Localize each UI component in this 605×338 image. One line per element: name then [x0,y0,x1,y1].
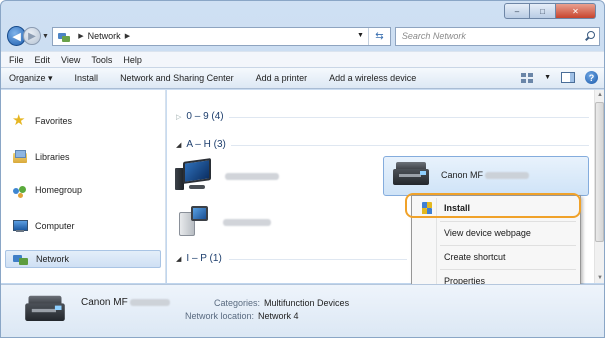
menu-item-label: Create shortcut [444,252,506,262]
sidebar-item-label: Homegroup [35,185,83,195]
group-divider [231,145,589,146]
search-icon[interactable] [585,30,595,41]
forward-button[interactable]: ▶ [23,27,41,45]
sidebar-item-label: Favorites [35,116,73,126]
address-bar[interactable]: ▶ Network ▶ ▼ ⇆ [52,26,391,46]
preview-pane-icon[interactable] [561,72,575,83]
group-header-i-p[interactable]: ◢ I – P (1) [176,253,222,264]
menu-item-label: View device webpage [444,228,531,238]
blurred-device-name [225,172,279,180]
details-pane: Canon MF Categories: Multifunction Devic… [1,284,604,337]
scroll-down-icon[interactable]: ▼ [597,275,603,281]
install-button[interactable]: Install [75,73,99,83]
menu-item-label: Install [444,203,471,213]
sidebar-item-computer[interactable]: Computer [12,217,75,235]
device-computer-1[interactable] [175,158,279,192]
menu-item-install[interactable]: Install [414,197,578,219]
menu-item-view-device-webpage[interactable]: View device webpage [414,222,578,244]
sidebar-item-favorites[interactable]: Favorites [12,111,73,130]
menu-view[interactable]: View [61,55,80,65]
menu-file[interactable]: File [9,55,24,65]
blurred-device-name [223,218,271,226]
group-divider [229,117,589,118]
close-button[interactable]: ✕ [556,3,596,19]
collapse-triangle-icon[interactable]: ◢ [176,255,181,263]
view-dropdown-icon[interactable]: ▼ [544,74,551,81]
help-icon[interactable]: ? [585,71,598,84]
breadcrumb-network[interactable]: Network [88,31,121,41]
command-bar-right: ▼ ? [520,71,598,84]
search-input[interactable]: Search Network [394,26,600,46]
sidebar-item-label: Computer [35,221,75,231]
organize-button[interactable]: Organize ▾ [9,73,53,84]
address-dropdown-icon[interactable]: ▼ [357,32,364,39]
search-placeholder: Search Network [401,31,466,41]
add-printer-button[interactable]: Add a printer [256,73,308,83]
details-device-name: Canon MF [81,297,170,308]
address-row: ◀ ▶ ▼ ▶ Network ▶ ▼ ⇆ Search Network [7,25,600,47]
group-label: A – H (3) [186,139,226,150]
menu-item-create-shortcut[interactable]: Create shortcut [414,246,578,268]
blurred-device-model [129,299,170,306]
details-network-location: Network location: Network 4 [185,311,299,321]
network-location-value: Network 4 [258,311,299,321]
device-computer-2[interactable] [179,206,271,238]
network-location-key: Network location: [185,311,255,321]
change-view-icon[interactable] [520,72,534,84]
blurred-device-model [485,171,530,179]
network-sharing-center-button[interactable]: Network and Sharing Center [120,73,234,83]
computer-icon [12,219,28,233]
star-icon [12,111,28,129]
forward-arrow-icon: ▶ [28,30,36,42]
expand-triangle-icon[interactable]: ▷ [176,113,181,121]
homegroup-icon [12,183,28,197]
caption-buttons: – □ ✕ [504,3,596,19]
scrollbar-thumb[interactable] [595,102,604,242]
group-header-0-9[interactable]: ▷ 0 – 9 (4) [176,111,224,122]
printer-icon [393,162,429,188]
sidebar-item-label: Network [36,254,70,264]
sidebar-item-label: Libraries [35,152,70,162]
sidebar-item-homegroup[interactable]: Homegroup [12,181,82,199]
refresh-icon[interactable]: ⇆ [367,27,390,45]
sidebar-item-network[interactable]: Network [5,250,161,268]
uac-shield-icon [422,202,433,214]
library-icon [12,150,28,164]
sidebar-item-libraries[interactable]: Libraries [12,148,70,166]
network-icon [13,252,29,266]
add-wireless-device-button[interactable]: Add a wireless device [329,73,416,83]
group-header-a-h[interactable]: ◢ A – H (3) [176,139,226,150]
group-label: 0 – 9 (4) [186,111,224,122]
categories-key: Categories: [214,298,261,308]
menu-help[interactable]: Help [123,55,142,65]
minimize-button[interactable]: – [504,3,530,19]
device-label: Canon MF [441,170,484,180]
breadcrumb-chevron-icon[interactable]: ▶ [125,32,130,40]
maximize-button[interactable]: □ [530,3,556,19]
menu-bar: File Edit View Tools Help [1,51,604,67]
menu-edit[interactable]: Edit [35,55,51,65]
vertical-scrollbar[interactable]: ▲ ▼ [594,90,604,283]
menu-tools[interactable]: Tools [91,55,112,65]
computer-icon [175,158,211,192]
group-divider [229,259,407,260]
details-printer-icon [25,295,65,325]
context-menu: Install View device webpage Create short… [411,195,581,293]
back-arrow-icon: ◀ [12,30,21,43]
details-name-text: Canon MF [81,297,128,308]
group-label: I – P (1) [186,253,222,264]
device-canon-printer-content[interactable]: Canon MF [393,162,530,188]
categories-value: Multifunction Devices [264,298,350,308]
breadcrumb-chevron-icon[interactable]: ▶ [78,32,83,40]
recent-pages-dropdown[interactable]: ▼ [41,33,51,40]
computer-icon [179,206,209,238]
network-icon [57,31,71,42]
collapse-triangle-icon[interactable]: ◢ [176,141,181,149]
scroll-up-icon[interactable]: ▲ [597,92,603,98]
navigation-pane: Favorites Libraries Homegroup Computer N… [1,90,166,283]
explorer-window: – □ ✕ ◀ ▶ ▼ ▶ Network ▶ ▼ ⇆ Search Netwo… [0,0,605,338]
details-categories: Categories: Multifunction Devices [214,298,349,308]
command-bar: Organize ▾ Install Network and Sharing C… [1,67,604,89]
